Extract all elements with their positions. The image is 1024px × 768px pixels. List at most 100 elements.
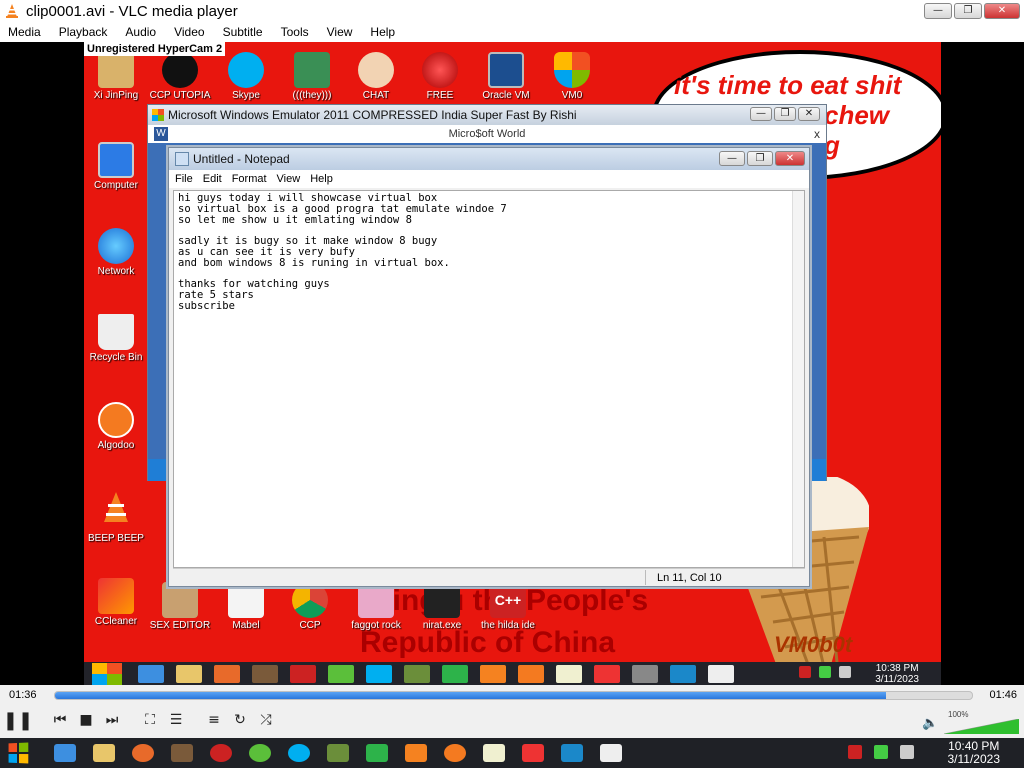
- desktop-icon-ccp-utopia[interactable]: CCP UTOPIA: [148, 52, 212, 101]
- ie-icon[interactable]: [138, 664, 164, 683]
- close-button[interactable]: ✕: [984, 3, 1020, 19]
- menu-media[interactable]: Media: [8, 25, 41, 39]
- desktop-icon-computer[interactable]: Computer: [84, 142, 148, 191]
- green-chat-icon[interactable]: [366, 744, 388, 762]
- video-area[interactable]: it's time to eat shit chew g Xi JinPing …: [0, 42, 1024, 685]
- volume-slider[interactable]: [944, 719, 1019, 734]
- clock[interactable]: 10:40 PM 3/11/2023: [948, 740, 1001, 766]
- inner-clock[interactable]: 10:38 PM 3/11/2023: [875, 663, 919, 685]
- inner-start-icon[interactable]: [92, 662, 122, 685]
- notepad-close-button[interactable]: ✕: [775, 151, 805, 166]
- teamviewer-icon[interactable]: [561, 744, 583, 762]
- flag-icon[interactable]: [799, 666, 811, 678]
- volume-icon[interactable]: [900, 745, 914, 759]
- record-icon[interactable]: [290, 664, 316, 683]
- network-icon[interactable]: [874, 745, 888, 759]
- notepad-menu-help[interactable]: Help: [310, 173, 333, 185]
- desktop-icon-beep-beep[interactable]: BEEP BEEP: [84, 490, 148, 544]
- desktop-icon-sex-editor[interactable]: SEX EDITOR: [148, 582, 212, 631]
- desktop-icon-recycle-bin[interactable]: Recycle Bin: [84, 314, 148, 363]
- skype-icon[interactable]: [366, 664, 392, 683]
- previous-button[interactable]: ⏮: [48, 709, 72, 731]
- notepad-icon[interactable]: [556, 664, 582, 683]
- desktop-icon-algodoo[interactable]: Algodoo: [84, 402, 148, 451]
- maximize-button[interactable]: ❐: [954, 3, 982, 19]
- menu-help[interactable]: Help: [370, 25, 395, 39]
- notepad-minimize-button[interactable]: —: [719, 151, 745, 166]
- vlc-icon[interactable]: [480, 664, 506, 683]
- teamviewer-icon[interactable]: [670, 664, 696, 683]
- notepad-menu-view[interactable]: View: [277, 173, 301, 185]
- volume-icon[interactable]: [839, 666, 851, 678]
- emulator-close-button[interactable]: ✕: [798, 107, 820, 121]
- notepad-text-area[interactable]: hi guys today i will showcase virtual bo…: [173, 190, 805, 568]
- notepad-menu-file[interactable]: File: [175, 173, 193, 185]
- algodoo-icon[interactable]: [444, 744, 466, 762]
- firefox-icon[interactable]: [132, 744, 154, 762]
- vlc-icon[interactable]: [405, 744, 427, 762]
- speaker-icon[interactable]: 🔈: [922, 715, 938, 731]
- desktop-icon-hilda-ide[interactable]: C++ the hilda ide: [476, 582, 540, 631]
- skype-icon[interactable]: [288, 744, 310, 762]
- desktop-icon-network[interactable]: Network: [84, 228, 148, 277]
- desktop-icon-oracle-vm[interactable]: Oracle VM: [474, 52, 538, 101]
- stop-button[interactable]: ■: [74, 709, 98, 731]
- notepad-maximize-button[interactable]: ❐: [747, 151, 773, 166]
- menu-audio[interactable]: Audio: [125, 25, 156, 39]
- notepad-scrollbar[interactable]: [792, 191, 804, 567]
- firefox-icon[interactable]: [214, 664, 240, 683]
- virtualbox-icon[interactable]: [600, 744, 622, 762]
- seek-bar[interactable]: [54, 691, 973, 700]
- emulator-sub-close[interactable]: x: [814, 125, 820, 143]
- notepad-menu-edit[interactable]: Edit: [203, 173, 222, 185]
- green-app-icon[interactable]: [249, 744, 271, 762]
- desktop-icon-nirat[interactable]: nirat.exe: [410, 582, 474, 631]
- paint-icon[interactable]: [171, 744, 193, 762]
- emulator-maximize-button[interactable]: ❐: [774, 107, 796, 121]
- ie-icon[interactable]: [54, 744, 76, 762]
- menu-tools[interactable]: Tools: [281, 25, 309, 39]
- app-icon[interactable]: [632, 664, 658, 683]
- fullscreen-button[interactable]: ⛶: [138, 709, 162, 731]
- shuffle-button[interactable]: ⤮: [254, 709, 278, 731]
- menu-view[interactable]: View: [327, 25, 353, 39]
- paint-icon[interactable]: [252, 664, 278, 683]
- emulator-minimize-button[interactable]: —: [750, 107, 772, 121]
- menu-video[interactable]: Video: [174, 25, 204, 39]
- desktop-icon-mabel[interactable]: Mabel: [214, 582, 278, 631]
- menu-subtitle[interactable]: Subtitle: [223, 25, 263, 39]
- folder-icon[interactable]: [93, 744, 115, 762]
- network-icon[interactable]: [819, 666, 831, 678]
- ccleaner-icon[interactable]: [594, 664, 620, 683]
- desktop-icon-they[interactable]: (((they))): [280, 52, 344, 101]
- folder-icon[interactable]: [176, 664, 202, 683]
- minecraft-icon[interactable]: [404, 664, 430, 683]
- green-app-icon[interactable]: [328, 664, 354, 683]
- start-button[interactable]: [0, 738, 36, 768]
- next-button[interactable]: ⏭: [100, 709, 124, 731]
- ccleaner-icon[interactable]: [522, 744, 544, 762]
- loop-button[interactable]: ↻: [228, 709, 252, 731]
- flag-icon[interactable]: [848, 745, 862, 759]
- notepad-icon[interactable]: [483, 744, 505, 762]
- algodoo-icon[interactable]: [518, 664, 544, 683]
- desktop-icon-vm0[interactable]: VM0: [540, 52, 604, 101]
- desktop-icon-chat[interactable]: CHAT: [344, 52, 408, 101]
- desktop-icon-faggot-rock[interactable]: faggot rock: [344, 582, 408, 631]
- notepad-menu-format[interactable]: Format: [232, 173, 267, 185]
- minecraft-icon[interactable]: [327, 744, 349, 762]
- pause-button[interactable]: ❚❚: [3, 709, 33, 731]
- desktop-icon-ccp[interactable]: CCP: [278, 582, 342, 631]
- desktop-icon-ccleaner[interactable]: CCleaner: [84, 578, 148, 627]
- minimize-button[interactable]: —: [924, 3, 952, 19]
- menu-playback[interactable]: Playback: [59, 25, 108, 39]
- desktop-icon-skype[interactable]: Skype: [214, 52, 278, 101]
- record-icon[interactable]: [210, 744, 232, 762]
- extended-settings-button[interactable]: ☰: [164, 709, 188, 731]
- green-chat-icon[interactable]: [442, 664, 468, 683]
- playlist-button[interactable]: ≡: [202, 709, 226, 731]
- desktop-icon-free[interactable]: FREE: [408, 52, 472, 101]
- desktop-icon-xi-jinping[interactable]: Xi JinPing: [84, 52, 148, 101]
- virtualbox-icon[interactable]: [708, 664, 734, 683]
- editor-icon: [162, 582, 198, 618]
